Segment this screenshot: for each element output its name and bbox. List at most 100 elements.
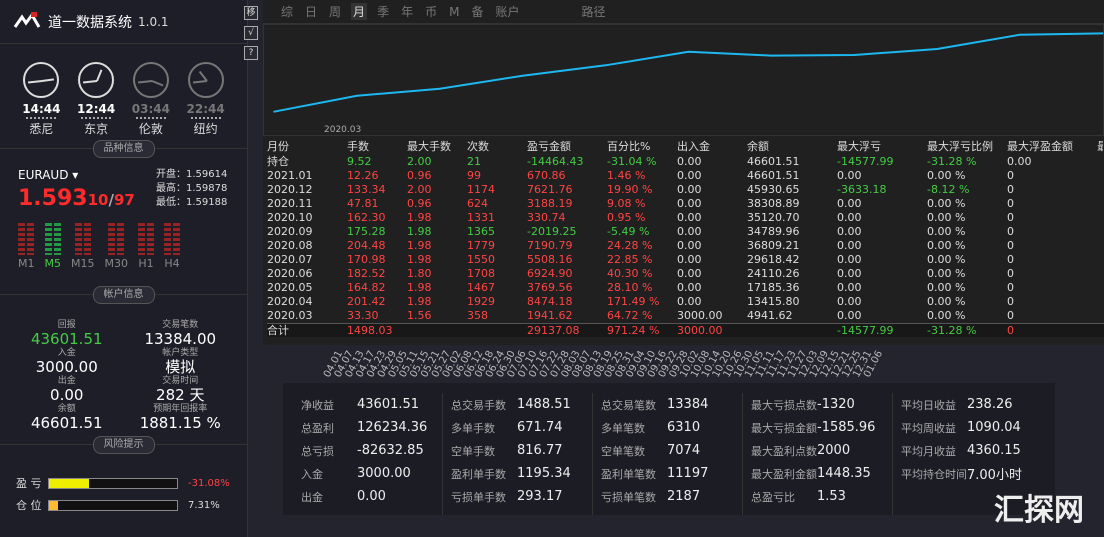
table-cell: -31.28 % <box>927 155 977 168</box>
table-cell: 8474.18 <box>527 295 573 308</box>
table-cell: 1.98 <box>407 239 432 252</box>
table-row: 2020.12 133.34 2.00 1174 7621.76 19.90 % 0.00 4… <box>267 183 1104 197</box>
app-title: 道一数据系统 <box>48 14 132 31</box>
tab-0[interactable]: 综 <box>279 3 295 20</box>
table-row: 2020.03 33.30 1.56 358 1941.62 64.72 % 3000.00… <box>267 309 1104 323</box>
tab-5[interactable]: 年 <box>399 3 415 20</box>
stat-label: 空单笔数 <box>601 444 645 458</box>
table-cell: -2019.25 <box>527 225 577 238</box>
stat-value: 1488.51 <box>517 397 571 412</box>
table-cell: 0.96 <box>407 197 432 210</box>
table-cell: 0.00 <box>837 169 862 182</box>
summary-stats: 净收益 43601.51 总盈利 126234.36 总亏损 -82632.85 入金 300… <box>283 383 1055 515</box>
stat-row: 平均持仓时间 7.00小时 <box>901 462 1043 485</box>
timeframe-H4[interactable]: H4 <box>164 223 180 270</box>
table-cell: 171.49 % <box>607 295 660 308</box>
account-value: 282 天 <box>156 386 205 404</box>
table-cell: 0.00 % <box>927 253 966 266</box>
table-cell: 0.00 % <box>927 295 966 308</box>
stat-value: 7.00小时 <box>967 468 1022 483</box>
stat-value: 0.00 <box>357 489 386 504</box>
timeframe-M1[interactable]: M1 <box>18 223 35 270</box>
risk-name: 盈 亏 <box>16 477 42 490</box>
equity-point <box>356 94 358 97</box>
table-cell: 0.00 % <box>927 211 966 224</box>
table-cell: 29618.42 <box>747 253 800 266</box>
equity-point <box>936 48 938 50</box>
table-cell <box>1097 309 1103 323</box>
table-cell: 204.48 <box>347 239 386 252</box>
tab-6[interactable]: 币 <box>423 3 439 20</box>
tab-8[interactable]: 备 <box>469 3 485 20</box>
table-cell: 0.00 <box>837 253 862 266</box>
tool-button-2[interactable]: ? <box>244 46 258 60</box>
stat-value: 4360.15 <box>967 443 1021 458</box>
table-cell: 1365 <box>467 225 495 238</box>
table-cell: 45930.65 <box>747 183 800 196</box>
risk-progress-bar <box>48 499 178 511</box>
stats-column-3: 最大亏损点数 -1320 最大亏损金额 -1585.96 最大盈利点数 2000 最大盈利金… <box>743 393 893 515</box>
table-cell <box>1097 183 1103 197</box>
account-item: 帐户类型 模拟 <box>124 348 238 376</box>
table-cell: 0.00 % <box>927 169 966 182</box>
account-label: 帐户类型 <box>162 348 199 358</box>
stat-row: 最大盈利金额 1448.35 <box>751 462 892 485</box>
table-cell: 19.90 % <box>607 183 653 196</box>
table-row-total: 合计 1498.03 29137.08 971.24 % 3000.00 -14577.9… <box>267 323 1104 337</box>
tool-button-0[interactable]: 移 <box>244 6 258 20</box>
table-cell: 0 <box>1007 267 1014 280</box>
signal-meter-icon <box>18 223 35 255</box>
stat-value: 6310 <box>667 420 701 435</box>
account-label: 入金 <box>57 348 76 358</box>
risk-section-title: 风险提示 <box>0 436 247 462</box>
table-cell: 2020.11 <box>267 197 313 210</box>
tool-button-1[interactable]: √ <box>244 26 258 40</box>
table-row-hold: 持仓 9.52 2.00 21 -14464.43 -31.04 % 0.00 46601.5… <box>267 155 1104 169</box>
stat-row: 总亏损 -82632.85 <box>301 439 442 462</box>
stat-label: 总盈亏比 <box>751 490 795 504</box>
table-cell: 2020.12 <box>267 183 313 196</box>
tab-3[interactable]: 月 <box>351 3 368 20</box>
tab-1[interactable]: 日 <box>303 3 319 20</box>
table-cell: 3188.19 <box>527 197 573 210</box>
table-cell: 0.00 <box>677 225 702 238</box>
tab-7[interactable]: M <box>447 5 461 19</box>
table-cell: 1.98 <box>407 295 432 308</box>
table-cell <box>1097 155 1103 169</box>
table-cell: 0 <box>1007 183 1014 196</box>
stat-label: 平均周收益 <box>901 421 956 435</box>
timeframe-H1[interactable]: H1 <box>138 223 154 270</box>
table-cell: 3000.00 <box>677 309 723 322</box>
tab-2[interactable]: 周 <box>327 3 343 20</box>
tab-9[interactable]: 账户 <box>493 3 521 20</box>
stat-row: 净收益 43601.51 <box>301 393 442 416</box>
stat-label: 出金 <box>301 490 323 504</box>
table-cell: 46601.51 <box>747 169 800 182</box>
table-cell: 最大浮亏比例 <box>927 140 993 153</box>
table-cell: -3633.18 <box>837 183 887 196</box>
timeframe-M5[interactable]: M5 <box>45 223 61 270</box>
account-value: 模拟 <box>165 358 196 376</box>
account-value: 1881.15 % <box>139 414 221 432</box>
stat-label: 最大亏损金额 <box>751 421 817 435</box>
watermark: 汇探网 <box>994 493 1084 528</box>
clock-icon <box>23 62 60 98</box>
monthly-table: 月份 手数 最大手数 次数 盈亏金额 百分比% 出入金 余额 最大浮亏 最大浮亏比例 最大浮盈金额 最… <box>267 140 1104 337</box>
stat-value: 11197 <box>667 466 709 481</box>
table-cell: 1929 <box>467 295 495 308</box>
table-cell <box>1097 225 1103 239</box>
stat-row: 总盈亏比 1.53 <box>751 485 892 508</box>
stat-label: 多单笔数 <box>601 421 645 435</box>
tab-4[interactable]: 季 <box>375 3 391 20</box>
x-tick-label: 2020.03 <box>324 125 361 135</box>
table-cell: 最大手数 <box>407 140 451 153</box>
timeframe-M30[interactable]: M30 <box>105 223 128 270</box>
timeframe-M15[interactable]: M15 <box>71 223 95 270</box>
table-cell: 0.00 <box>837 295 862 308</box>
table-cell: 2020.04 <box>267 295 313 308</box>
clock-city: 伦敦 <box>138 122 163 136</box>
equity-point <box>687 50 690 53</box>
equity-point <box>439 87 441 90</box>
tab-10[interactable]: 路径 <box>580 3 608 20</box>
table-row: 2020.09 175.28 1.98 1365 -2019.25 -5.49 % 0.00… <box>267 225 1104 239</box>
